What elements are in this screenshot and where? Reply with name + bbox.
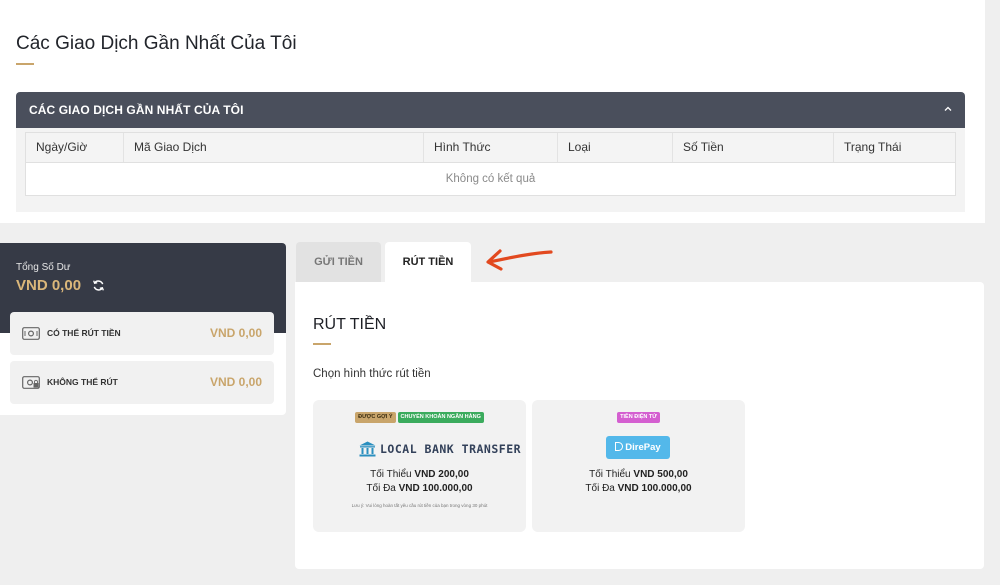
table-header-row: Ngày/Giờ Mã Giao Dịch Hình Thức Loại Số …	[26, 133, 955, 163]
cash-icon	[22, 327, 40, 340]
direpay-logo-text: DirePay	[625, 442, 661, 453]
refresh-icon[interactable]	[92, 279, 105, 292]
withdraw-panel: RÚT TIỀN Chọn hình thức rút tiền ĐƯỢC GỢ…	[295, 282, 984, 569]
recommended-badge: ĐƯỢC GỢI Ý	[355, 412, 396, 423]
title-underline	[16, 63, 34, 65]
min-limit: Tối Thiểu VND 500,00	[532, 469, 745, 480]
empty-results-text: Không có kết quả	[445, 173, 536, 185]
min-label: Tối Thiểu	[589, 469, 631, 480]
max-value: VND 100.000,00	[617, 483, 692, 494]
page-title: Các Giao Dịch Gần Nhất Của Tôi	[16, 33, 297, 54]
total-balance-amount: VND 0,00	[16, 277, 82, 294]
balance-card: Tổng Số Dư VND 0,00 CÓ THỂ RÚT TIỀN VND …	[0, 243, 286, 415]
column-header-transaction-id[interactable]: Mã Giao Dịch	[124, 133, 424, 162]
withdraw-title: RÚT TIỀN	[313, 316, 387, 333]
method-badges: ĐƯỢC GỢI Ý CHUYỂN KHOẢN NGÂN HÀNG	[313, 412, 526, 423]
min-value: VND 200,00	[414, 469, 469, 480]
withdrawable-label: CÓ THỂ RÚT TIỀN	[47, 328, 121, 338]
max-value: VND 100.000,00	[398, 483, 473, 494]
min-label: Tối Thiểu	[370, 469, 412, 480]
max-limit: Tối Đa VND 100.000,00	[313, 483, 526, 494]
locked-cash-icon	[22, 376, 40, 389]
max-label: Tối Đa	[585, 483, 615, 494]
column-header-method[interactable]: Hình Thức	[424, 133, 558, 162]
method-card-direpay[interactable]: TIỀN ĐIỆN TỬ DirePay Tối Thiểu VND 500,0…	[532, 400, 745, 532]
max-limit: Tối Đa VND 100.000,00	[532, 483, 745, 494]
bank-icon	[359, 441, 376, 457]
non-withdrawable-label: KHÔNG THỂ RÚT	[47, 377, 118, 387]
direpay-d-icon	[615, 442, 624, 451]
column-header-amount[interactable]: Số Tiền	[673, 133, 834, 162]
recent-transactions-panel: Các Giao Dịch Gần Nhất Của Tôi CÁC GIAO …	[0, 0, 985, 223]
tab-withdraw[interactable]: RÚT TIỀN	[385, 242, 471, 282]
accordion-title: CÁC GIAO DỊCH GẦN NHẤT CỦA TÔI	[29, 103, 244, 117]
method-badges: TIỀN ĐIỆN TỬ	[532, 412, 745, 423]
processing-note: Lưu ý: Vui lòng hoàn tất yêu cầu rút tiề…	[351, 503, 488, 508]
withdraw-title-underline	[313, 343, 331, 345]
withdrawable-amount: VND 0,00	[209, 326, 262, 340]
column-header-datetime[interactable]: Ngày/Giờ	[26, 133, 124, 162]
transactions-accordion-header[interactable]: CÁC GIAO DỊCH GẦN NHẤT CỦA TÔI	[16, 92, 965, 128]
withdraw-method-prompt: Chọn hình thức rút tiền	[313, 368, 431, 380]
red-arrow-icon	[486, 249, 553, 271]
column-header-type[interactable]: Loại	[558, 133, 673, 162]
withdrawable-balance-row: CÓ THỂ RÚT TIỀN VND 0,00	[10, 312, 274, 355]
non-withdrawable-balance-row: KHÔNG THỂ RÚT VND 0,00	[10, 361, 274, 404]
column-header-status[interactable]: Trạng Thái	[834, 133, 955, 162]
non-withdrawable-amount: VND 0,00	[209, 375, 262, 389]
chevron-up-icon[interactable]	[943, 104, 953, 114]
min-limit: Tối Thiểu VND 200,00	[313, 469, 526, 480]
e-wallet-badge: TIỀN ĐIỆN TỬ	[617, 412, 660, 423]
local-bank-transfer-text: LOCAL BANK TRANSFER	[380, 442, 522, 456]
method-card-local-bank-transfer[interactable]: ĐƯỢC GỢI Ý CHUYỂN KHOẢN NGÂN HÀNG LOCAL …	[313, 400, 526, 532]
min-value: VND 500,00	[633, 469, 688, 480]
max-label: Tối Đa	[366, 483, 396, 494]
tab-deposit[interactable]: GỬI TIỀN	[296, 242, 381, 282]
bank-transfer-badge: CHUYỂN KHOẢN NGÂN HÀNG	[397, 412, 484, 423]
direpay-logo: DirePay	[606, 436, 670, 459]
transactions-table-wrapper: Ngày/Giờ Mã Giao Dịch Hình Thức Loại Số …	[16, 128, 965, 212]
transactions-table: Ngày/Giờ Mã Giao Dịch Hình Thức Loại Số …	[25, 132, 956, 196]
total-balance-label: Tổng Số Dư	[16, 262, 71, 273]
